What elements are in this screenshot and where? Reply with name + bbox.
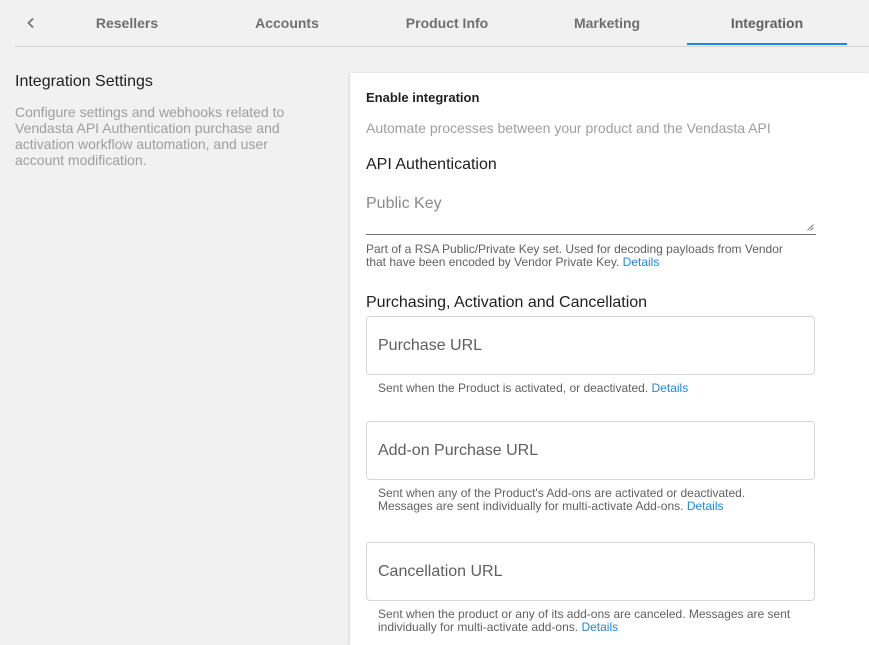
purchase-url-details-link[interactable]: Details bbox=[652, 381, 689, 395]
addon-purchase-url-placeholder: Add-on Purchase URL bbox=[378, 442, 539, 459]
tab-product-info[interactable]: Product Info bbox=[367, 0, 527, 46]
addon-purchase-url-field[interactable]: Add-on Purchase URL bbox=[366, 421, 815, 480]
settings-description: Configure settings and webhooks related … bbox=[15, 104, 285, 168]
tab-integration[interactable]: Integration bbox=[687, 0, 847, 46]
purchase-url-placeholder: Purchase URL bbox=[378, 337, 483, 354]
api-authentication-title: API Authentication bbox=[366, 156, 497, 173]
tab-bar: Resellers Accounts Product Info Marketin… bbox=[15, 0, 869, 47]
tab-accounts[interactable]: Accounts bbox=[207, 0, 367, 46]
public-key-hint-text: Part of a RSA Public/Private Key set. Us… bbox=[366, 242, 783, 269]
settings-title: Integration Settings bbox=[15, 73, 153, 90]
resize-handle-icon[interactable] bbox=[807, 224, 814, 231]
cancellation-url-placeholder: Cancellation URL bbox=[378, 563, 503, 580]
addon-purchase-url-hint: Sent when any of the Product's Add-ons a… bbox=[378, 487, 798, 513]
addon-purchase-url-details-link[interactable]: Details bbox=[687, 499, 724, 513]
public-key-hint: Part of a RSA Public/Private Key set. Us… bbox=[366, 243, 806, 269]
chevron-left-icon bbox=[26, 17, 34, 29]
public-key-placeholder: Public Key bbox=[366, 195, 442, 212]
tab-marketing[interactable]: Marketing bbox=[527, 0, 687, 46]
tab-resellers[interactable]: Resellers bbox=[47, 0, 207, 46]
integration-card: Enable integration Automate processes be… bbox=[350, 73, 869, 645]
enable-integration-description: Automate processes between your product … bbox=[366, 120, 771, 136]
enable-integration-label: Enable integration bbox=[366, 90, 480, 105]
purchase-url-hint-text: Sent when the Product is activated, or d… bbox=[378, 381, 649, 395]
public-key-details-link[interactable]: Details bbox=[623, 255, 660, 269]
cancellation-url-hint: Sent when the product or any of its add-… bbox=[378, 608, 798, 634]
cancellation-url-field[interactable]: Cancellation URL bbox=[366, 542, 815, 601]
settings-description-panel: Integration Settings Configure settings … bbox=[15, 73, 315, 168]
purchase-url-hint: Sent when the Product is activated, or d… bbox=[378, 382, 798, 395]
back-button[interactable] bbox=[15, 0, 46, 46]
purchase-url-field[interactable]: Purchase URL bbox=[366, 316, 815, 375]
active-tab-indicator bbox=[687, 43, 847, 45]
purchasing-title: Purchasing, Activation and Cancellation bbox=[366, 294, 648, 311]
cancellation-url-details-link[interactable]: Details bbox=[581, 620, 618, 634]
public-key-textarea[interactable]: Public Key bbox=[366, 183, 816, 235]
